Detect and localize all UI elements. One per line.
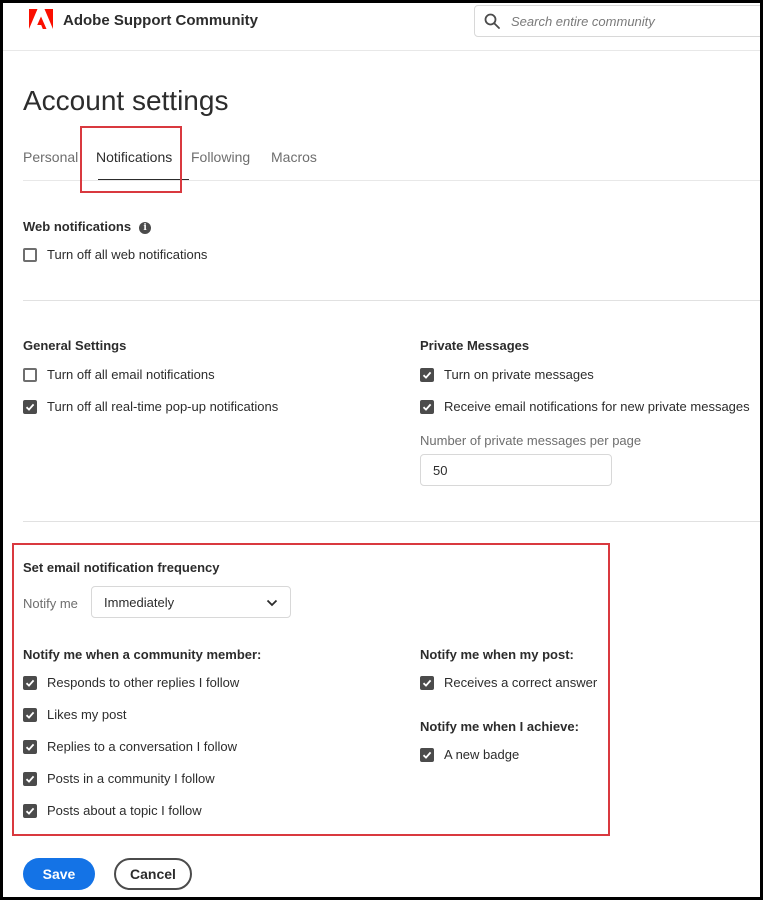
web-off-option[interactable]: Turn off all web notifications: [23, 247, 207, 262]
checkbox-label: Turn on private messages: [444, 367, 594, 382]
section-divider: [23, 300, 760, 301]
checkbox-label: Posts in a community I follow: [47, 771, 215, 786]
checkbox-label: Turn off all web notifications: [47, 247, 208, 262]
general-settings-heading: General Settings: [23, 338, 127, 353]
checkbox-label: Turn off all real-time pop-up notificati…: [47, 399, 279, 414]
frequency-heading: Set email notification frequency: [23, 560, 220, 575]
web-notifications-heading: Web notifications i: [23, 219, 152, 234]
page-title: Account settings: [23, 85, 229, 116]
checkmark-icon: [25, 775, 35, 783]
brand-name: Adobe Support Community: [63, 11, 258, 29]
checkmark-icon: [25, 403, 35, 411]
member-option[interactable]: Likes my post: [23, 707, 126, 722]
member-option[interactable]: Posts about a topic I follow: [23, 803, 202, 818]
checkbox-checked[interactable]: [23, 739, 37, 754]
checkbox-label: Responds to other replies I follow: [47, 675, 240, 690]
frequency-select[interactable]: Immediately: [91, 586, 291, 618]
member-option[interactable]: Replies to a conversation I follow: [23, 739, 237, 754]
member-option[interactable]: Posts in a community I follow: [23, 771, 215, 786]
info-icon[interactable]: i: [139, 221, 152, 234]
popup-off-option[interactable]: Turn off all real-time pop-up notificati…: [23, 399, 278, 414]
checkbox-checked[interactable]: [23, 803, 37, 818]
checkbox[interactable]: [23, 367, 37, 382]
member-option[interactable]: Responds to other replies I follow: [23, 675, 239, 690]
checkmark-icon: [422, 371, 432, 379]
top-bar: Adobe Support Community: [3, 3, 760, 51]
my-post-option[interactable]: Receives a correct answer: [420, 675, 597, 690]
checkmark-icon: [25, 711, 35, 719]
save-button[interactable]: Save: [23, 858, 95, 890]
checkbox-label: Receives a correct answer: [444, 675, 598, 690]
checkbox-checked[interactable]: [23, 399, 37, 414]
checkbox-checked[interactable]: [23, 771, 37, 786]
checkbox-checked[interactable]: [23, 707, 37, 722]
checkmark-icon: [422, 679, 432, 687]
checkbox-label: Posts about a topic I follow: [47, 803, 202, 818]
checkbox[interactable]: [23, 247, 37, 262]
notify-me-label: Notify me: [23, 596, 78, 611]
chevron-down-icon: [266, 599, 278, 607]
checkbox-label: Turn off all email notifications: [47, 367, 215, 382]
member-heading: Notify me when a community member:: [23, 647, 262, 662]
checkbox-checked[interactable]: [23, 675, 37, 690]
tab-highlight-box: [80, 126, 182, 193]
checkmark-icon: [25, 679, 35, 687]
achieve-option[interactable]: A new badge: [420, 747, 519, 762]
private-email-option[interactable]: Receive email notifications for new priv…: [420, 399, 750, 414]
checkbox-label: A new badge: [444, 747, 520, 762]
adobe-logo-icon: [29, 9, 53, 29]
checkbox-label: Receive email notifications for new priv…: [444, 399, 750, 414]
cancel-button[interactable]: Cancel: [114, 858, 192, 890]
checkbox-checked[interactable]: [420, 747, 434, 762]
private-messages-on-option[interactable]: Turn on private messages: [420, 367, 594, 382]
section-divider: [23, 521, 760, 522]
checkmark-icon: [25, 807, 35, 815]
tab-following[interactable]: Following: [191, 143, 271, 179]
checkbox-label: Replies to a conversation I follow: [47, 739, 238, 754]
checkmark-icon: [422, 403, 432, 411]
page-frame: Adobe Support Community Account settings…: [0, 0, 763, 900]
checkbox-checked[interactable]: [420, 367, 434, 382]
tab-macros[interactable]: Macros: [271, 143, 331, 179]
checkbox-label: Likes my post: [47, 707, 127, 722]
checkbox-checked[interactable]: [420, 399, 434, 414]
brand[interactable]: Adobe Support Community: [29, 9, 258, 31]
checkmark-icon: [25, 743, 35, 751]
email-off-option[interactable]: Turn off all email notifications: [23, 367, 215, 382]
frequency-select-value: Immediately: [104, 594, 175, 610]
search-icon: [484, 13, 500, 29]
checkmark-icon: [422, 751, 432, 759]
search-box[interactable]: [474, 5, 760, 37]
achieve-heading: Notify me when I achieve:: [420, 719, 579, 734]
my-post-heading: Notify me when my post:: [420, 647, 574, 662]
private-messages-heading: Private Messages: [420, 338, 530, 353]
checkbox-checked[interactable]: [420, 675, 434, 690]
search-input[interactable]: [511, 13, 751, 29]
web-notifications-title: Web notifications: [23, 219, 132, 234]
per-page-input[interactable]: [420, 454, 612, 486]
per-page-label: Number of private messages per page: [420, 433, 642, 448]
